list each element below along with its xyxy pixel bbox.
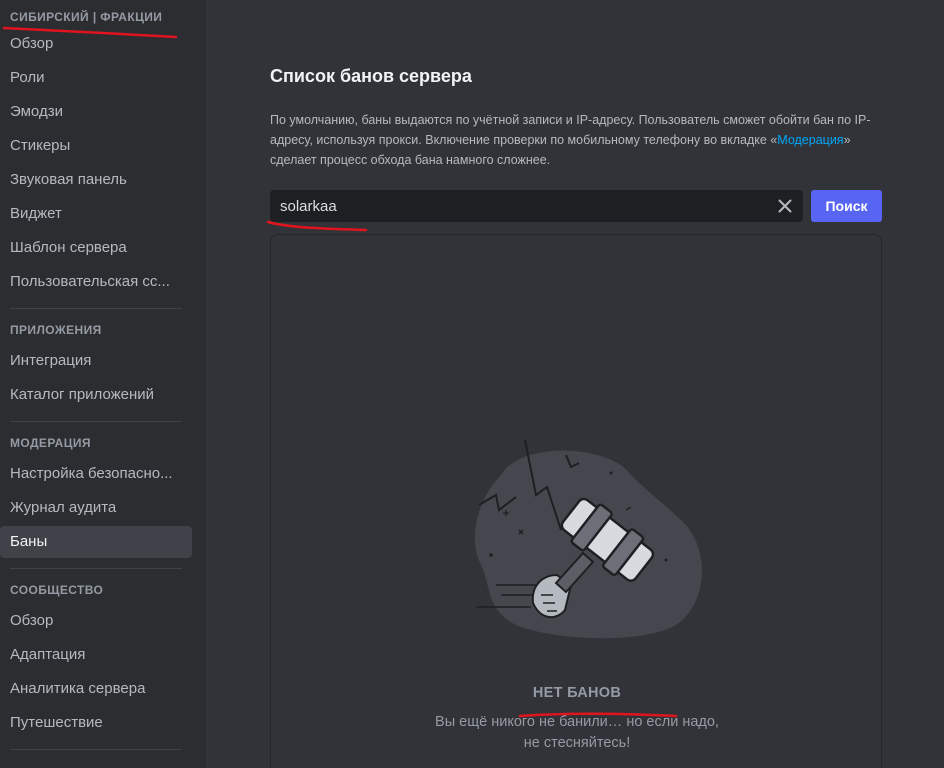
sidebar-divider [10, 749, 182, 750]
sidebar-item-overview[interactable]: Обзор [0, 28, 192, 60]
empty-state-title: НЕТ БАНОВ [532, 685, 622, 701]
sidebar-item-roles[interactable]: Роли [0, 62, 192, 94]
bans-list-empty-state: НЕТ БАНОВ Вы ещё никого не банили… но ес… [270, 234, 882, 768]
sidebar-item-audit-log[interactable]: Журнал аудита [0, 492, 192, 524]
sidebar-item-server-insights[interactable]: Аналитика сервера [0, 673, 192, 705]
server-name-header: СИБИРСКИЙ | ФРАКЦИИ [10, 10, 163, 24]
ban-search-row: Поиск [270, 190, 882, 222]
bans-description: По умолчанию, баны выдаются по учётной з… [270, 110, 882, 170]
sidebar-item-soundboard[interactable]: Звуковая панель [0, 164, 192, 196]
sidebar-item-community-overview[interactable]: Обзор [0, 605, 192, 637]
sidebar-divider [10, 308, 182, 309]
sidebar-item-custom-link[interactable]: Пользовательская сс... [0, 266, 192, 298]
sidebar-item-widget[interactable]: Виджет [0, 198, 192, 230]
search-box [270, 190, 803, 222]
close-icon[interactable] [773, 194, 797, 218]
search-button[interactable]: Поиск [811, 190, 882, 222]
section-header-apps: ПРИЛОЖЕНИЯ [10, 323, 102, 337]
moderation-link[interactable]: Модерация [777, 133, 843, 147]
ban-hammer-illustration [461, 435, 711, 645]
sidebar-item-emoji[interactable]: Эмодзи [0, 96, 192, 128]
sidebar-item-integrations[interactable]: Интеграция [0, 345, 192, 377]
sidebar-item-stickers[interactable]: Стикеры [0, 130, 192, 162]
sidebar-divider [10, 421, 182, 422]
server-settings: СИБИРСКИЙ | ФРАКЦИИ Обзор Роли Эмодзи Ст… [0, 0, 944, 768]
settings-sidebar: СИБИРСКИЙ | ФРАКЦИИ Обзор Роли Эмодзи Ст… [0, 0, 206, 768]
sidebar-item-app-directory[interactable]: Каталог приложений [0, 379, 192, 411]
sidebar-item-server-guide[interactable]: Путешествие [0, 707, 192, 739]
sidebar-item-server-template[interactable]: Шаблон сервера [0, 232, 192, 264]
search-input[interactable] [270, 190, 765, 222]
empty-state-subtitle: Вы ещё никого не банили… но если надо, н… [435, 714, 719, 751]
sidebar-item-safety-setup[interactable]: Настройка безопасно... [0, 458, 192, 490]
section-header-community: СООБЩЕСТВО [10, 583, 104, 597]
sidebar-item-onboarding[interactable]: Адаптация [0, 639, 192, 671]
sidebar-divider [10, 568, 182, 569]
sidebar-item-bans[interactable]: Баны [0, 526, 192, 558]
page-title: Список банов сервера [270, 66, 472, 86]
section-header-moderation: МОДЕРАЦИЯ [10, 436, 91, 450]
